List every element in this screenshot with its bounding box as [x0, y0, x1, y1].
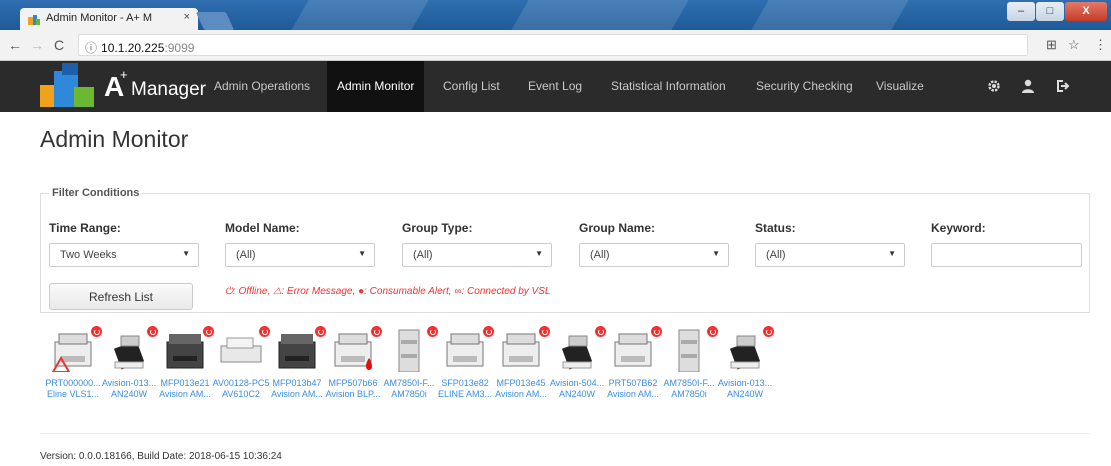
logout-icon[interactable] [1054, 78, 1070, 94]
nav-visualize[interactable]: Visualize [866, 61, 934, 112]
tabbar-decoration [751, 0, 909, 30]
power-icon: ⏻ [225, 286, 233, 297]
refresh-list-button[interactable]: Refresh List [49, 283, 193, 310]
menu-kebab-icon[interactable]: ⋮ [1094, 37, 1107, 53]
printer-icon [502, 333, 540, 367]
nav-admin-monitor[interactable]: Admin Monitor [327, 61, 425, 112]
url-port: :9099 [164, 41, 195, 55]
reload-icon[interactable]: C [54, 37, 64, 53]
time-range-label: Time Range: [49, 221, 121, 235]
version-info: Version: 0.0.0.18166, Build Date: 2018-0… [40, 451, 282, 462]
info-icon[interactable]: ⓘ [85, 41, 97, 55]
app-logo[interactable]: A + Manager [38, 61, 208, 112]
chevron-down-icon: ▼ [712, 249, 720, 258]
bookmark-star-icon[interactable]: ☆ [1068, 37, 1080, 53]
tabbar-decoration [291, 0, 429, 30]
nav-admin-operations[interactable]: Admin Operations [204, 61, 320, 112]
maximize-button[interactable]: □ [1036, 2, 1064, 21]
printer-icon [678, 329, 700, 372]
address-bar: ← → C ⓘ 10.1.20.225:9099 ⊞ ☆ ⋮ [0, 30, 1111, 61]
printer-icon [614, 333, 652, 367]
device-name[interactable]: Avision-013... [712, 378, 778, 388]
device-list: PRT000000... Eline VLS1... Avision-013... A… [40, 326, 1040, 408]
legend-offline: : Offline, [232, 286, 271, 297]
model-name-value: (All) [236, 249, 256, 261]
browser-tab-title: Admin Monitor - A+ M [46, 12, 153, 24]
time-range-select[interactable]: Two Weeks ▼ [49, 243, 199, 267]
filter-conditions-panel: Filter Conditions Time Range: Two Weeks … [40, 187, 1090, 313]
chevron-down-icon: ▼ [358, 249, 366, 258]
tab-close-icon[interactable]: × [184, 11, 190, 23]
logo-plus: + [120, 67, 128, 82]
browser-tab[interactable]: Admin Monitor - A+ M × [20, 8, 198, 30]
group-type-value: (All) [413, 249, 433, 261]
status-legend: ⏻: Offline, △: Error Message, ●: Consuma… [225, 286, 550, 297]
status-select[interactable]: (All) ▼ [755, 243, 905, 267]
status-label: Status: [755, 221, 796, 235]
printer-icon [51, 333, 92, 372]
model-name-select[interactable]: (All) ▼ [225, 243, 375, 267]
group-name-label: Group Name: [579, 221, 656, 235]
legend-error: : Error Message, [281, 286, 356, 297]
printer-icon [398, 329, 420, 372]
printer-icon [113, 335, 145, 370]
model-name-label: Model Name: [225, 221, 300, 235]
printer-icon [278, 334, 316, 369]
printer-icon [729, 335, 761, 370]
chevron-down-icon: ▼ [888, 249, 896, 258]
group-type-label: Group Type: [402, 221, 473, 235]
user-icon[interactable] [1020, 78, 1036, 94]
window-controls: – □ X [1006, 2, 1107, 21]
footer-divider [40, 433, 1090, 434]
device-model[interactable]: AN240W [712, 389, 778, 399]
status-value: (All) [766, 249, 786, 261]
new-tab-button[interactable] [195, 12, 235, 30]
printer-icon [334, 333, 372, 370]
printer-icon [166, 334, 204, 369]
app-favicon-icon [28, 15, 40, 25]
group-type-select[interactable]: (All) ▼ [402, 243, 552, 267]
keyword-input[interactable] [931, 243, 1082, 267]
legend-consumable: : Consumable Alert, [364, 286, 452, 297]
group-name-select[interactable]: (All) ▼ [579, 243, 729, 267]
gear-icon[interactable] [986, 78, 1002, 94]
url-field[interactable]: ⓘ 10.1.20.225:9099 [78, 34, 1028, 56]
nav-statistical-information[interactable]: Statistical Information [601, 61, 736, 112]
chevron-down-icon: ▼ [182, 249, 190, 258]
printer-icon [220, 337, 262, 363]
chevron-down-icon: ▼ [535, 249, 543, 258]
device-tile[interactable]: Avision-013... AN240W [712, 326, 778, 408]
browser-tab-bar: Admin Monitor - A+ M × – □ X [0, 0, 1111, 30]
close-window-button[interactable]: X [1065, 2, 1107, 21]
forward-icon[interactable]: → [30, 37, 44, 53]
minimize-button[interactable]: – [1007, 2, 1035, 21]
group-name-value: (All) [590, 249, 610, 261]
url-host: 10.1.20.225 [101, 41, 165, 55]
nav-config-list[interactable]: Config List [433, 61, 510, 112]
page-title: Admin Monitor [40, 126, 189, 152]
nav-security-checking[interactable]: Security Checking [746, 61, 863, 112]
legend-vsl: : Connected by VSL [461, 286, 551, 297]
time-range-value: Two Weeks [60, 249, 117, 261]
printer-icon [446, 333, 484, 367]
tabbar-decoration [511, 0, 689, 30]
printer-icon [561, 335, 593, 370]
offline-power-icon [763, 326, 774, 337]
translate-icon[interactable]: ⊞ [1046, 37, 1057, 53]
nav-event-log[interactable]: Event Log [518, 61, 592, 112]
logo-cubes-icon [40, 63, 94, 107]
filter-legend: Filter Conditions [49, 187, 143, 199]
back-icon[interactable]: ← [8, 37, 22, 53]
keyword-label: Keyword: [931, 221, 986, 235]
logo-text: Manager [131, 79, 206, 100]
app-navbar: A + Manager Admin Operations Admin Monit… [0, 61, 1111, 112]
